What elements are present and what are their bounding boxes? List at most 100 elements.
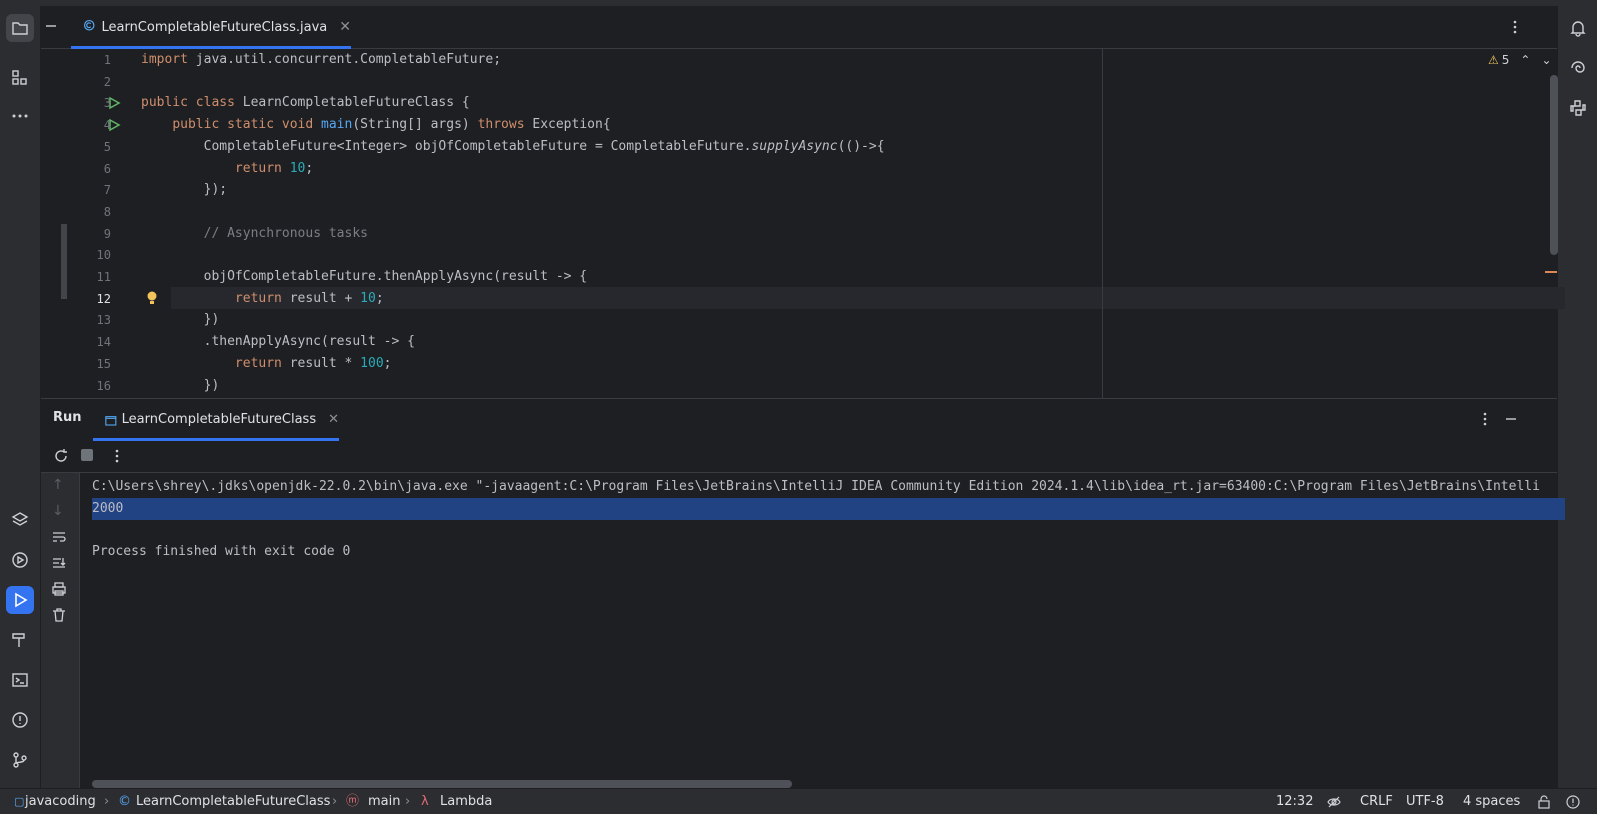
console-horizontal-scrollbar[interactable] [92,780,792,788]
class-icon: © [118,794,131,809]
run-icon[interactable] [6,586,34,614]
project-folder-icon[interactable] [6,14,34,42]
code-line[interactable]: public static void main(String[] args) t… [141,114,610,136]
python-console-icon[interactable] [1564,94,1592,122]
notifications-bell-icon[interactable] [1564,14,1592,42]
soft-wrap-icon[interactable] [51,529,67,549]
console-icon [105,412,117,426]
run-options-icon[interactable] [1477,411,1493,431]
indent-setting[interactable]: 4 spaces [1463,789,1520,814]
caret-position[interactable]: 12:32 [1276,789,1313,814]
previous-highlight-icon[interactable]: ⌃ [1520,53,1530,67]
readonly-off-eye-icon[interactable] [1327,789,1341,814]
module-icon: ▢ [14,795,25,808]
line-number: 10 [96,248,111,263]
minimize-icon[interactable] [43,18,59,34]
warning-count: 5 [1501,53,1510,67]
editor-tab-label: LearnCompletableFutureClass.java [101,19,328,35]
breadcrumb-separator-icon: › [104,794,110,809]
right-margin-guide [1102,49,1103,398]
code-line[interactable]: }) [141,375,220,397]
structure-icon[interactable] [6,64,34,92]
breadcrumb-method[interactable]: main [368,789,400,814]
next-highlight-icon[interactable]: ⌄ [1541,53,1551,67]
right-tool-strip [1557,6,1597,788]
line-separator[interactable]: CRLF [1360,789,1393,814]
run-header: Run LearnCompletableFutureClass ✕ [41,399,1557,441]
code-line[interactable]: }) [141,309,220,331]
line-number: 6 [103,161,111,176]
console-side-toolbar: ↑ ↓ [41,473,80,788]
line-number: 15 [96,356,111,371]
line-number: 8 [103,204,111,219]
hide-panel-icon[interactable] [1503,411,1519,431]
line-number: 1 [103,53,111,67]
line-number: 13 [96,313,111,328]
breadcrumb-separator-icon: › [332,794,338,809]
left-tool-strip [0,6,41,788]
editor-vertical-scrollbar[interactable] [1550,75,1558,255]
file-encoding[interactable]: UTF-8 [1406,789,1444,814]
method-icon: ⓜ [346,794,360,809]
line-number: 11 [96,270,111,284]
line-number: 16 [96,378,111,393]
more-tools-icon[interactable] [6,102,34,130]
rerun-icon[interactable] [53,448,69,468]
down-arrow-icon[interactable]: ↓ [52,503,64,519]
java-class-icon [83,19,95,35]
line-number: 12 [96,291,111,306]
breadcrumb-class[interactable]: LearnCompletableFutureClass [136,789,330,814]
toolbar-more-icon[interactable] [109,448,125,468]
warning-stripe-marker[interactable] [1545,271,1557,273]
line-number: 14 [96,335,111,350]
code-line[interactable]: return 10; [141,158,313,180]
code-line[interactable]: .thenApplyAsync(result -> { [141,331,415,353]
console-output-line[interactable]: C:\Users\shrey\.jdks\openjdk-22.0.2\bin\… [92,476,1562,498]
services-icon[interactable] [6,546,34,574]
breadcrumb-lambda[interactable]: Lambda [440,789,492,814]
problems-icon[interactable] [6,706,34,734]
editor-tab[interactable]: LearnCompletableFutureClass.java ✕ [71,6,351,49]
breadcrumb-project[interactable]: javacoding [25,789,96,814]
close-tab-icon[interactable]: ✕ [339,19,351,35]
code-line[interactable]: return result * 100; [141,353,392,375]
console-output-line[interactable]: 2000 [92,498,1562,520]
git-branch-icon[interactable] [6,746,34,774]
layers-icon[interactable] [6,506,34,534]
ai-assistant-icon[interactable] [1564,54,1592,82]
run-title: Run [53,410,82,425]
breadcrumb-separator-icon: › [405,794,411,809]
editor-tab-bar: LearnCompletableFutureClass.java ✕ [41,6,1557,49]
code-line[interactable]: public class LearnCompletableFutureClass… [141,92,470,114]
code-line[interactable]: }); [141,179,227,201]
status-bar: ▢ javacoding › © LearnCompletableFutureC… [0,788,1597,814]
code-line[interactable]: return result + 10; [141,288,384,310]
inspection-widget[interactable]: ⚠ 5 ⌃ ⌄ [1488,53,1552,67]
clear-trash-icon[interactable] [51,607,67,627]
line-number: 4 [103,118,111,133]
editor-more-options-icon[interactable] [1507,19,1523,35]
code-line[interactable]: import java.util.concurrent.CompletableF… [141,49,501,71]
print-icon[interactable] [51,581,67,601]
code-line[interactable]: CompletableFuture<Integer> objOfCompleta… [141,136,885,158]
console-output-line[interactable]: Process finished with exit code 0 [92,541,1562,563]
scroll-to-end-icon[interactable] [51,555,67,575]
unlocked-icon[interactable] [1537,789,1551,814]
editor-left-margin [41,49,71,398]
code-line[interactable]: objOfCompletableFuture.thenApplyAsync(re… [141,266,588,288]
warning-icon: ⚠ [1488,53,1499,67]
build-hammer-icon[interactable] [6,626,34,654]
terminal-icon[interactable] [6,666,34,694]
run-config-tab[interactable]: LearnCompletableFutureClass ✕ [93,399,339,441]
line-number: 3 [103,96,111,111]
line-number: 7 [103,183,111,198]
run-config-tab-label: LearnCompletableFutureClass [121,411,317,427]
stop-icon[interactable] [81,449,93,461]
run-toolbar [41,440,1557,473]
line-number: 5 [103,139,111,154]
close-run-tab-icon[interactable]: ✕ [328,412,339,427]
up-arrow-icon[interactable]: ↑ [52,477,64,493]
event-log-warning-icon[interactable] [1566,789,1580,814]
console-output-line[interactable] [92,519,1562,541]
code-line[interactable]: // Asynchronous tasks [141,223,368,245]
